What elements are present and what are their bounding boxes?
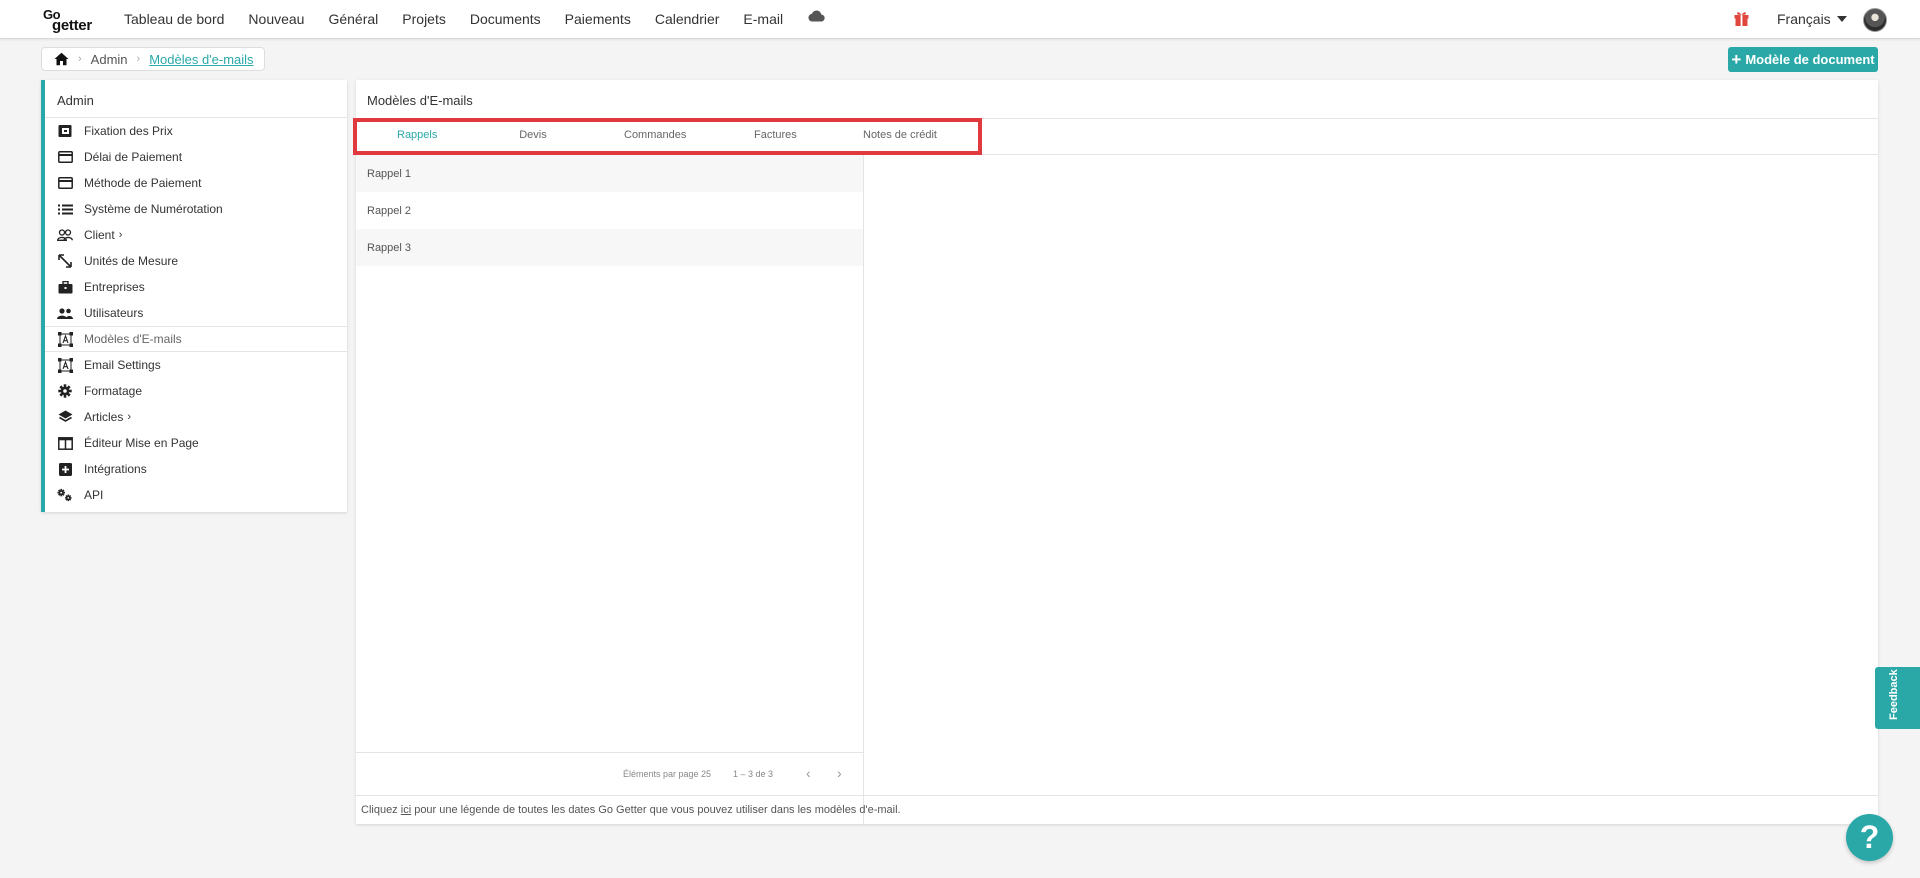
admin-sidebar: Admin Fixation des Prix Délai de Paiemen… (41, 80, 347, 512)
sidebar-item-layout-editor[interactable]: Éditeur Mise en Page (45, 430, 347, 456)
sidebar-item-units[interactable]: Unités de Mesure (45, 248, 347, 274)
breadcrumb: › Admin › Modèles d'e-mails (41, 47, 265, 71)
previous-page-icon[interactable]: ‹ (806, 765, 811, 781)
list-item-reminder-2[interactable]: Rappel 2 (356, 192, 863, 229)
legend-note-before: Cliquez (361, 804, 401, 816)
nav-new[interactable]: Nouveau (248, 11, 304, 27)
user-avatar[interactable] (1863, 8, 1887, 32)
nav-documents[interactable]: Documents (470, 11, 541, 27)
people-outline-icon (57, 227, 73, 243)
sidebar-item-label: Délai de Paiement (84, 150, 183, 164)
sidebar-item-label: Client (84, 228, 115, 242)
sidebar-item-label: Entreprises (84, 280, 145, 294)
sidebar-item-client[interactable]: Client › (45, 222, 347, 248)
legend-link[interactable]: ici (401, 804, 411, 816)
language-label: Français (1777, 11, 1831, 27)
sidebar-title: Admin (45, 80, 347, 118)
gears-icon (57, 487, 73, 503)
home-icon[interactable] (54, 52, 69, 66)
gogetter-logo[interactable]: Go getter (43, 7, 103, 34)
credit-card-icon (57, 149, 73, 165)
sidebar-item-formatting[interactable]: Formatage (45, 378, 347, 404)
chevron-right-icon: › (118, 229, 123, 241)
sidebar-item-label: Intégrations (84, 462, 147, 476)
sidebar-item-api[interactable]: API (45, 482, 347, 508)
language-selector[interactable]: Français (1777, 11, 1847, 27)
text-frame-icon (57, 331, 73, 347)
chevron-right-icon: › (127, 411, 132, 423)
tabs-highlight-box (353, 118, 982, 155)
list-item-reminder-3[interactable]: Rappel 3 (356, 229, 863, 266)
credit-card-icon (57, 175, 73, 191)
nav-email[interactable]: E-mail (743, 11, 783, 27)
new-document-template-button[interactable]: + Modèle de document (1728, 47, 1878, 72)
sidebar-item-label: Unités de Mesure (84, 254, 179, 268)
nav-calendar[interactable]: Calendrier (655, 11, 720, 27)
sidebar-item-payment-method[interactable]: Méthode de Paiement (45, 170, 347, 196)
sidebar-item-integrations[interactable]: Intégrations (45, 456, 347, 482)
nav-projects[interactable]: Projets (402, 11, 446, 27)
logo-getter: getter (52, 17, 92, 34)
briefcase-icon (57, 279, 73, 295)
caret-down-icon (1836, 16, 1847, 22)
sidebar-item-label: Fixation des Prix (84, 124, 173, 138)
sidebar-item-email-settings[interactable]: Email Settings (45, 352, 347, 378)
sidebar-item-numbering[interactable]: Système de Numérotation (45, 196, 347, 222)
next-page-icon[interactable]: › (837, 765, 842, 781)
sidebar-item-label: Système de Numérotation (84, 202, 223, 216)
list-item-reminder-1[interactable]: Rappel 1 (356, 155, 863, 192)
text-frame-icon (57, 357, 73, 373)
main-nav: Tableau de bord Nouveau Général Projets … (124, 0, 825, 38)
sidebar-item-label: Formatage (84, 384, 143, 398)
pricing-icon (57, 123, 73, 139)
plus-box-icon (57, 461, 73, 477)
sidebar-item-payment-term[interactable]: Délai de Paiement (45, 144, 347, 170)
nav-general[interactable]: Général (328, 11, 378, 27)
sidebar-item-label: Utilisateurs (84, 306, 144, 320)
gear-icon (57, 383, 73, 399)
breadcrumb-email-templates[interactable]: Modèles d'e-mails (149, 52, 253, 67)
items-per-page-label[interactable]: Éléments par page 25 (623, 769, 711, 779)
help-button[interactable]: ? (1846, 814, 1893, 861)
gift-icon[interactable] (1733, 10, 1750, 27)
page-range-label: 1 – 3 de 3 (733, 769, 774, 779)
plus-icon: + (1731, 50, 1742, 69)
help-icon: ? (1859, 819, 1880, 855)
sidebar-item-label: Modèles d'E-mails (84, 332, 182, 346)
top-navbar: Go getter Tableau de bord Nouveau Généra… (0, 0, 1920, 39)
sidebar-item-label: Articles (84, 410, 124, 424)
layers-icon (57, 409, 73, 425)
layout-icon (57, 435, 73, 451)
nav-dashboard[interactable]: Tableau de bord (124, 11, 224, 27)
new-document-template-label: Modèle de document (1745, 52, 1875, 67)
sidebar-item-label: Méthode de Paiement (84, 176, 202, 190)
sidebar-item-pricing[interactable]: Fixation des Prix (45, 118, 347, 144)
sidebar-item-companies[interactable]: Entreprises (45, 274, 347, 300)
list-icon (57, 201, 73, 217)
nav-payments[interactable]: Paiements (565, 11, 631, 27)
date-legend-note: Cliquez ici pour une légende de toutes l… (356, 795, 1878, 824)
sidebar-item-label: Éditeur Mise en Page (84, 436, 199, 450)
feedback-tab[interactable]: Feedback (1875, 667, 1920, 729)
resize-arrows-icon (57, 253, 73, 269)
page-title: Modèles d'E-mails (367, 93, 473, 108)
template-list: Rappel 1 Rappel 2 Rappel 3 Éléments par … (356, 155, 864, 824)
legend-note-after: pour une légende de toutes les dates Go … (411, 804, 901, 816)
template-type-tabs: Rappels Devis Commandes Factures Notes d… (353, 118, 1878, 155)
paginator: Éléments par page 25 1 – 3 de 3 ‹ › (356, 752, 864, 795)
sidebar-item-email-templates[interactable]: Modèles d'E-mails (45, 326, 347, 352)
sidebar-item-label: Email Settings (84, 358, 161, 372)
sidebar-item-articles[interactable]: Articles › (45, 404, 347, 430)
feedback-label: Feedback (1888, 669, 1900, 720)
breadcrumb-admin[interactable]: Admin (91, 52, 128, 67)
email-templates-panel: Modèles d'E-mails Rappels Devis Commande… (353, 80, 1878, 824)
cloud-icon[interactable] (807, 10, 825, 22)
sidebar-item-label: API (84, 488, 104, 502)
sidebar-item-users[interactable]: Utilisateurs (45, 300, 347, 326)
breadcrumb-separator: › (136, 53, 141, 65)
breadcrumb-separator: › (78, 53, 82, 65)
people-icon (57, 305, 73, 321)
